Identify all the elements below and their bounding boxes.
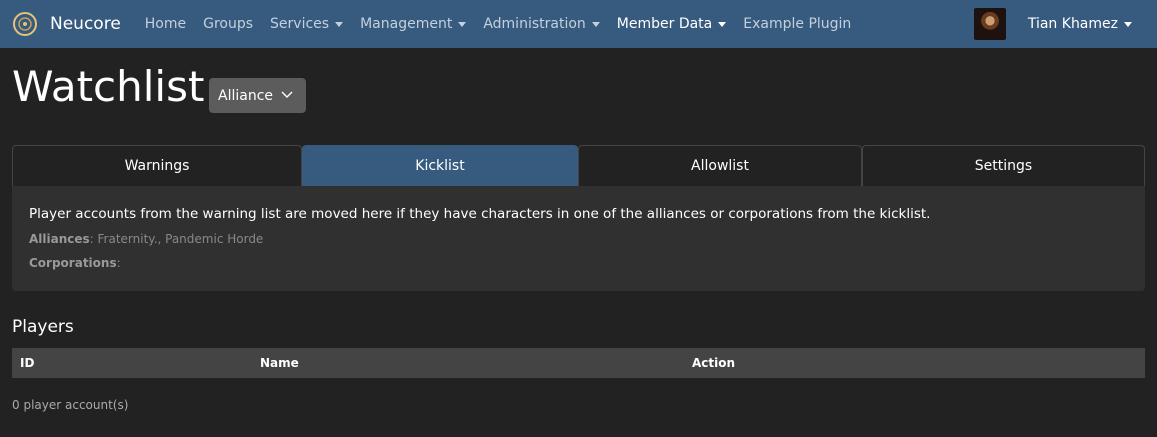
watchlist-tabs: Warnings Kicklist Allowlist Settings	[12, 145, 1145, 186]
corporations-line: Corporations:	[29, 256, 121, 270]
alliances-line: Alliances: Fraternity., Pandemic Horde	[29, 232, 263, 246]
tab-label: Allowlist	[691, 158, 749, 174]
list-type-select[interactable]: Alliance	[209, 78, 306, 113]
nav-item-label: Member Data	[616, 16, 713, 32]
caret-down-icon	[718, 21, 727, 27]
user-menu-toggle[interactable]: Tian Khamez	[1028, 16, 1132, 32]
page-title: Watchlist	[12, 62, 205, 111]
nav-item-management[interactable]: Management	[360, 16, 467, 32]
nav-item-groups[interactable]: Groups	[203, 16, 253, 32]
corporations-value: :	[116, 256, 121, 270]
caret-down-icon	[1124, 21, 1132, 27]
kicklist-info-card: Player accounts from the warning list ar…	[12, 186, 1145, 291]
nav-item-services[interactable]: Services	[270, 16, 344, 32]
avatar	[973, 8, 1006, 40]
nav-item-member-data[interactable]: Member Data	[616, 16, 727, 32]
nav-item-label: Groups	[203, 16, 254, 32]
tab-allowlist[interactable]: Allowlist	[578, 145, 862, 186]
nav-item-label: Management	[360, 16, 453, 32]
player-count: 0 player account(s)	[12, 398, 129, 412]
nav-item-home[interactable]: Home	[145, 16, 186, 32]
caret-down-icon	[335, 21, 344, 27]
nav-item-administration[interactable]: Administration	[483, 16, 600, 32]
chevron-down-icon	[281, 91, 293, 98]
tab-settings[interactable]: Settings	[862, 145, 1145, 186]
alliances-value: : Fraternity., Pandemic Horde	[89, 232, 264, 246]
select-value: Alliance	[218, 87, 274, 104]
nav-item-label: Administration	[483, 16, 586, 32]
tab-kicklist[interactable]: Kicklist	[302, 145, 578, 186]
tab-warnings[interactable]: Warnings	[12, 145, 302, 186]
alliances-label: Alliances	[29, 232, 90, 246]
caret-down-icon	[591, 21, 600, 27]
column-header-id: ID	[20, 356, 35, 370]
nav-item-label: Services	[270, 16, 330, 32]
tab-label: Kicklist	[415, 158, 465, 174]
caret-down-icon	[458, 21, 467, 27]
neucore-logo-icon	[13, 12, 37, 36]
corporations-label: Corporations	[29, 256, 117, 270]
players-table-header: ID Name Action	[12, 348, 1145, 378]
players-heading: Players	[12, 317, 74, 337]
user-name: Tian Khamez	[1027, 16, 1118, 32]
kicklist-description: Player accounts from the warning list ar…	[29, 206, 931, 222]
tab-label: Warnings	[124, 158, 190, 174]
brand-link[interactable]: Neucore	[12, 0, 121, 48]
nav-item-example-plugin[interactable]: Example Plugin	[743, 16, 851, 32]
brand-name: Neucore	[50, 14, 121, 34]
top-navbar: Neucore Home Groups Services Management …	[0, 0, 1157, 48]
user-menu[interactable]: Tian Khamez	[973, 0, 1132, 48]
column-header-name: Name	[260, 356, 299, 370]
nav-item-label: Example Plugin	[743, 16, 852, 32]
nav-menu: Home Groups Services Management Administ…	[145, 16, 869, 32]
column-header-action: Action	[692, 356, 736, 370]
tab-label: Settings	[974, 158, 1033, 174]
nav-item-label: Home	[144, 16, 187, 32]
